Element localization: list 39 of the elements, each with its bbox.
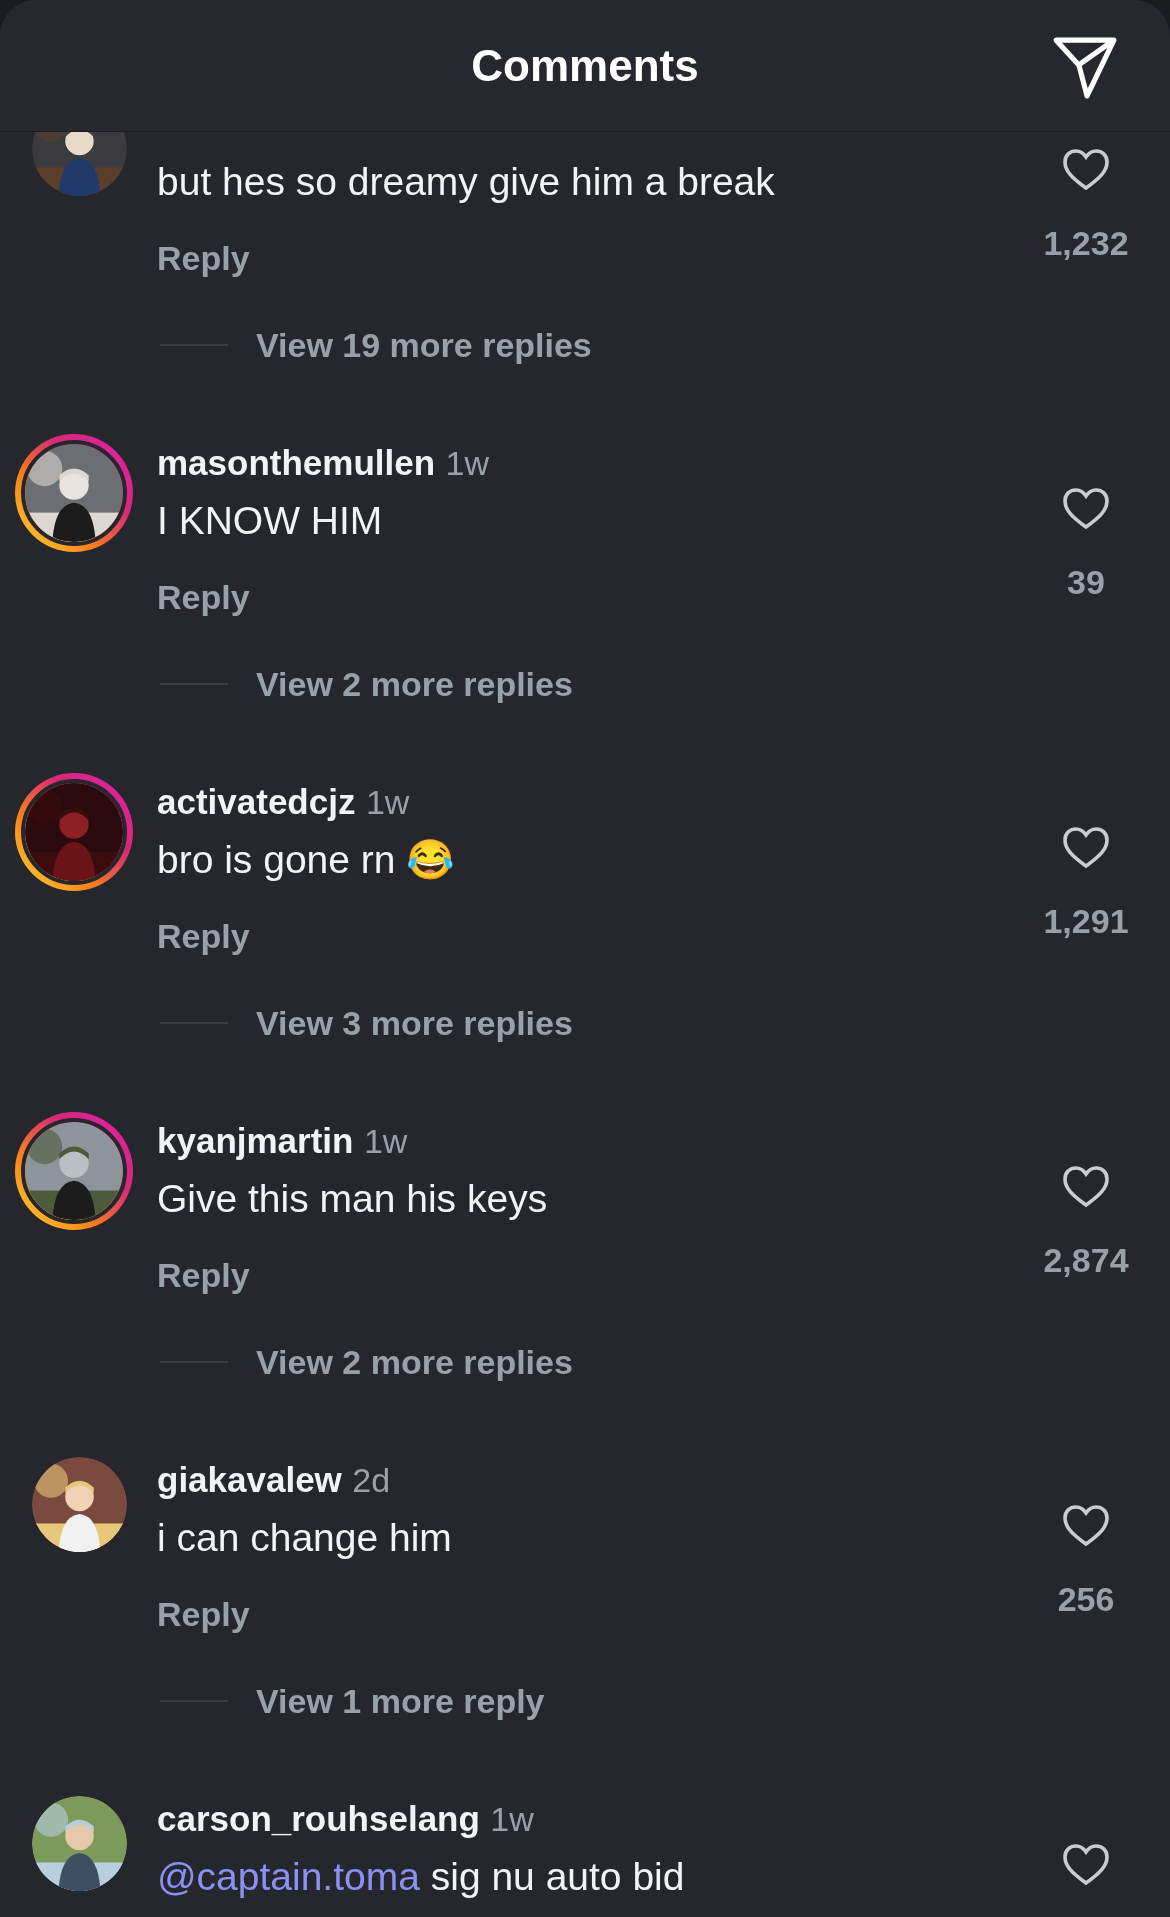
heart-icon[interactable]: [1062, 487, 1110, 531]
reply-link[interactable]: Reply: [157, 1255, 250, 1295]
comment-time: 1w: [363, 1122, 408, 1160]
like-count: 2,874: [1043, 1241, 1129, 1280]
comment-time: 2d: [352, 1461, 391, 1499]
like-count: 1,232: [1043, 224, 1129, 263]
heart-icon[interactable]: [1062, 1165, 1110, 1209]
header-title: Comments: [471, 40, 699, 91]
heart-icon[interactable]: [1062, 826, 1110, 870]
heart-icon[interactable]: [1062, 1504, 1110, 1548]
username[interactable]: kyanjmartin: [157, 1121, 354, 1160]
view-replies-link[interactable]: View 2 more replies: [256, 664, 573, 704]
heart-icon[interactable]: [1062, 1843, 1110, 1887]
mention-link[interactable]: @captain.toma: [157, 1855, 420, 1898]
reply-link[interactable]: Reply: [157, 238, 250, 278]
comment-text: bro is gone rn 😂: [157, 837, 457, 883]
comment-time: 1w: [445, 444, 490, 482]
username[interactable]: activatedcjz: [157, 782, 356, 821]
username[interactable]: carson_rouhselang: [157, 1799, 480, 1838]
view-replies-link[interactable]: View 3 more replies: [256, 1003, 573, 1043]
comment-text: Give this man his keys: [157, 1176, 549, 1222]
reply-link[interactable]: Reply: [157, 916, 250, 956]
view-replies-link[interactable]: View 2 more replies: [256, 1342, 573, 1382]
like-count: 1,291: [1043, 902, 1129, 941]
view-replies-link[interactable]: View 1 more reply: [256, 1681, 545, 1721]
comment-text: but hes so dreamy give him a break: [157, 159, 776, 205]
username[interactable]: giakavalew: [157, 1460, 342, 1499]
heart-icon[interactable]: [1062, 148, 1110, 192]
comment-time: 1w: [490, 1800, 534, 1838]
like-count: 39: [1067, 563, 1105, 602]
reply-link[interactable]: Reply: [157, 577, 250, 617]
comment-time: 1w: [365, 783, 410, 821]
comment-text: i can change him: [157, 1515, 453, 1561]
comment-text: I KNOW HIM: [157, 498, 384, 544]
comment-text: @captain.toma sig nu auto bid: [157, 1854, 686, 1900]
view-replies-link[interactable]: View 19 more replies: [256, 325, 592, 365]
like-count: 256: [1057, 1580, 1115, 1619]
username[interactable]: masonthemullen: [157, 443, 436, 482]
reply-link[interactable]: Reply: [157, 1594, 250, 1634]
